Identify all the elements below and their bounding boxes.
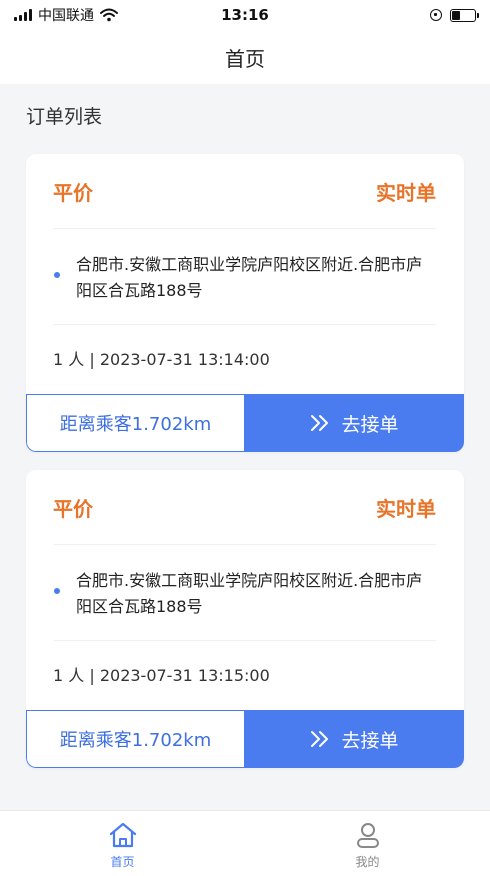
- status-right: [296, 8, 479, 22]
- divider: [54, 640, 436, 641]
- wifi-icon: [100, 8, 118, 22]
- home-icon: [109, 822, 136, 848]
- order-type-label: 实时单: [376, 180, 436, 205]
- order-card-header: 平价 实时单: [26, 154, 464, 228]
- user-icon: [356, 823, 379, 848]
- order-card: 平价 实时单 合肥市.安徽工商职业学院庐阳校区附近.合肥市庐阳区合瓦路188号 …: [26, 154, 464, 452]
- signal-icon: [14, 9, 32, 21]
- distance-label: 距离乘客1.702km: [26, 710, 244, 768]
- accept-order-label: 去接单: [341, 729, 399, 752]
- battery-icon: [450, 8, 479, 22]
- order-card: 平价 实时单 合肥市.安徽工商职业学院庐阳校区附近.合肥市庐阳区合瓦路188号 …: [26, 470, 464, 768]
- location-dot-icon: [54, 272, 60, 278]
- section-title: 订单列表: [26, 106, 103, 128]
- divider: [54, 544, 436, 545]
- divider: [54, 324, 436, 325]
- order-meta: 1 人 | 2023-07-31 13:15:00: [53, 666, 270, 685]
- tab-mine-label: 我的: [355, 855, 380, 869]
- order-meta: 1 人 | 2023-07-31 13:14:00: [53, 350, 270, 369]
- address-text: 合肥市.安徽工商职业学院庐阳校区附近.合肥市庐阳区合瓦路188号: [76, 571, 423, 616]
- address-text: 合肥市.安徽工商职业学院庐阳校区附近.合肥市庐阳区合瓦路188号: [76, 255, 423, 300]
- distance-label: 距离乘客1.702km: [26, 394, 244, 452]
- tab-mine[interactable]: 我的: [245, 811, 490, 876]
- order-address: 合肥市.安徽工商职业学院庐阳校区附近.合肥市庐阳区合瓦路188号: [54, 568, 436, 620]
- accept-order-label: 去接单: [341, 413, 399, 436]
- carrier-name: 中国联通: [38, 8, 94, 24]
- order-actions: 距离乘客1.702km 去接单: [26, 710, 464, 768]
- price-type-label: 平价: [53, 180, 93, 205]
- accept-order-button[interactable]: 去接单: [244, 394, 464, 452]
- tab-bar: 首页 我的: [0, 810, 490, 876]
- divider: [54, 228, 436, 229]
- price-type-label: 平价: [53, 496, 93, 521]
- double-chevron-right-icon: [311, 731, 329, 747]
- page-title: 首页: [225, 46, 265, 71]
- location-dot-icon: [54, 588, 60, 594]
- order-address: 合肥市.安徽工商职业学院庐阳校区附近.合肥市庐阳区合瓦路188号: [54, 252, 436, 304]
- double-chevron-right-icon: [311, 415, 329, 431]
- tab-home[interactable]: 首页: [0, 811, 245, 876]
- order-type-label: 实时单: [376, 496, 436, 521]
- order-card-header: 平价 实时单: [26, 470, 464, 544]
- status-time: 13:16: [221, 6, 269, 24]
- status-bar: 中国联通 13:16: [0, 0, 490, 30]
- tab-home-label: 首页: [110, 855, 135, 869]
- rotation-lock-icon: [430, 9, 442, 21]
- order-actions: 距离乘客1.702km 去接单: [26, 394, 464, 452]
- status-left: 中国联通: [14, 5, 194, 25]
- nav-bar: 首页: [0, 30, 490, 84]
- accept-order-button[interactable]: 去接单: [244, 710, 464, 768]
